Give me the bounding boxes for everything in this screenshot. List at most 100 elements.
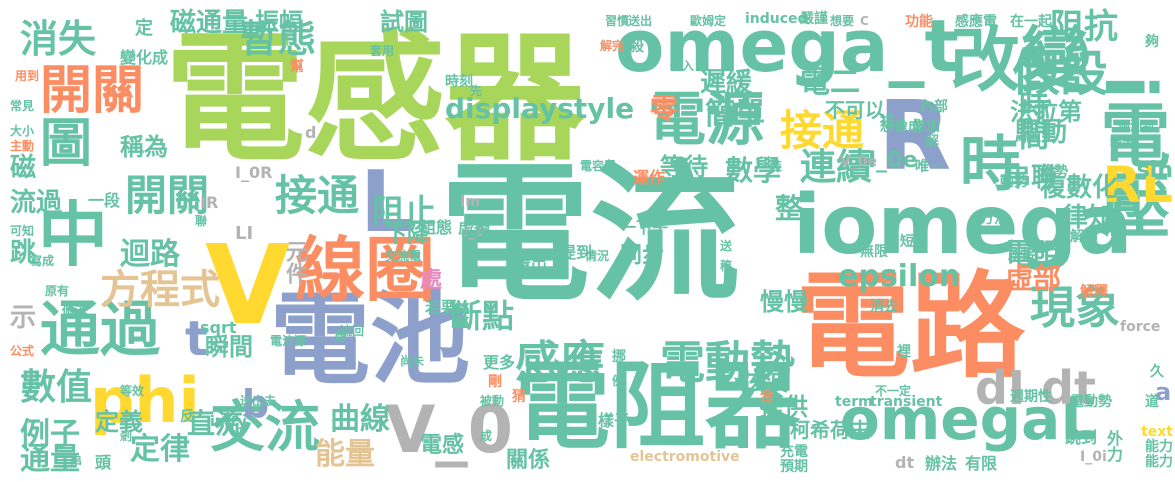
word: 成 [480, 429, 493, 443]
word: 阻抗 [1050, 7, 1118, 47]
word: 磁 [10, 153, 37, 183]
word: 原有 [45, 284, 70, 298]
word: 唯一 [915, 159, 943, 175]
word: 振幅 [255, 8, 303, 36]
word: 裡 [897, 344, 911, 360]
word: 接通 [275, 171, 360, 220]
word: 幫 [290, 59, 304, 75]
word: 稿 [720, 259, 733, 273]
word: 慢慢 [760, 288, 808, 316]
word: 開關 [40, 61, 145, 121]
word: 試圖 [380, 8, 428, 36]
word: 斷點 [450, 297, 515, 335]
word: 消去 [870, 299, 898, 315]
word: 被動 [480, 394, 505, 408]
word: 定律 [130, 432, 190, 467]
word: 處 [420, 268, 443, 293]
word: 畫出 [515, 253, 548, 272]
word: 方程式 [100, 267, 220, 313]
word: 磁通量 [170, 8, 249, 38]
word: 稱為 [120, 133, 168, 161]
word: 無限 [860, 244, 888, 260]
word: 交流電 [385, 249, 422, 263]
word: electromotive [630, 449, 740, 465]
word: 動勢 [1000, 174, 1028, 190]
word: 剛 [488, 374, 502, 390]
word: 更多 [483, 353, 516, 372]
word: 能力 [1145, 454, 1173, 470]
word: 斜率 [1110, 134, 1135, 148]
word: 虛部 [1005, 262, 1062, 295]
word: 定 [135, 18, 153, 39]
word: 感應 [515, 336, 606, 389]
word: I_0R [235, 163, 273, 182]
word: 等效 [120, 384, 145, 398]
word: 遲緩 [700, 68, 753, 98]
word: 消失 [20, 17, 97, 61]
word: epsilon [838, 259, 961, 294]
word: 電感 [420, 433, 465, 458]
word: 所接 [1008, 247, 1036, 263]
word: 歐姆定 [690, 14, 727, 28]
word: 套用 [370, 44, 395, 58]
word: 電流源 [270, 334, 307, 348]
word: 合 [760, 389, 774, 405]
word: 代入 [670, 59, 695, 73]
word: C [860, 14, 869, 28]
word: 在一起 [1010, 14, 1052, 30]
word: 跳到 [1065, 428, 1098, 447]
word: 常見 [10, 99, 35, 113]
word: 想 [335, 329, 348, 343]
word: force [1120, 319, 1161, 335]
word: 示 [10, 303, 37, 333]
word: 用到 [15, 69, 40, 83]
word: 週期性 [1010, 389, 1052, 405]
word: 趨勢 [1040, 164, 1068, 180]
word: I_0i [1080, 449, 1107, 465]
word: Im [460, 194, 480, 210]
word: 等待 [660, 153, 708, 181]
word: 感應電 [955, 14, 997, 30]
word: LI [235, 223, 254, 244]
word: 若要 [425, 298, 458, 317]
word: induced [745, 11, 808, 27]
word: 律知 [1062, 203, 1115, 233]
word: 曲線 [330, 402, 390, 437]
word: 反 [180, 409, 194, 425]
word: 聯 [195, 214, 208, 228]
word: 樣子 [598, 411, 631, 430]
word: 一下子 [620, 218, 669, 237]
word: 電容器 [580, 159, 617, 173]
word: 充電 [780, 444, 808, 460]
word: 外力 [1104, 430, 1123, 462]
word: 變化成 [120, 48, 169, 67]
word: 迴路 [120, 237, 180, 272]
word: 猜 [512, 389, 526, 405]
word: 瞬間 [205, 333, 253, 361]
word: text [1141, 424, 1173, 440]
word: sin [1136, 158, 1173, 183]
word: term [835, 394, 873, 410]
word: 短暫 [900, 234, 928, 250]
word: 功能 [905, 14, 933, 30]
word: sqrt [200, 318, 237, 337]
word: 零 [650, 92, 679, 125]
word: 電二 [800, 65, 860, 100]
word: 時刻 [445, 74, 473, 90]
word: 組態 [420, 218, 453, 237]
word: 柯希荷夫 [790, 418, 870, 442]
word: 主動 [10, 139, 35, 153]
word: 道 [1145, 394, 1159, 410]
word: 有限 [965, 454, 998, 473]
word: 大小 [10, 124, 35, 138]
word: 開關 [125, 171, 210, 220]
word: 殺 [630, 39, 644, 55]
word: 能量 [315, 437, 375, 472]
word: 送出去 [240, 394, 277, 408]
word: 解釋 [1080, 284, 1108, 300]
word: infty [210, 414, 247, 430]
word: 解讀 [1070, 229, 1098, 245]
word: dt [895, 453, 915, 472]
word: 情況 [585, 249, 610, 263]
word: displaystyle [445, 92, 635, 125]
